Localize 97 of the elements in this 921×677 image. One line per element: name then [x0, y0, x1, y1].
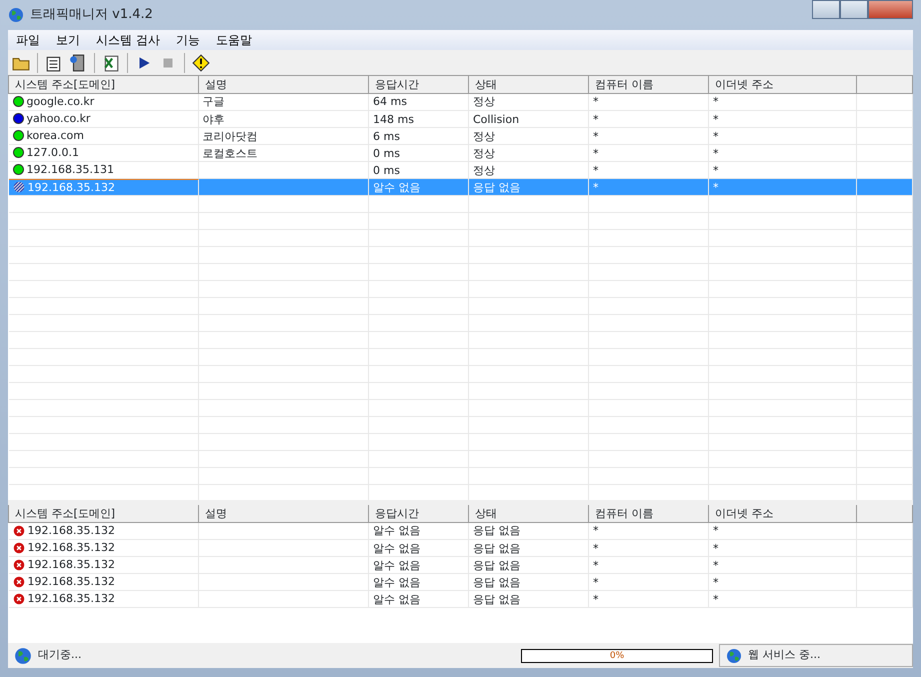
table-cell: 192.168.35.132 — [28, 523, 115, 538]
menu-item[interactable]: 기능 — [170, 31, 206, 49]
table-cell: 6 ms — [373, 130, 400, 142]
menu-item[interactable]: 보기 — [50, 31, 86, 49]
menu-item[interactable]: 시스템 검사 — [90, 31, 166, 49]
table-row[interactable]: google.co.kr 구글 64 ms 정상 * * — [8, 93, 912, 110]
table-cell: * — [713, 146, 718, 160]
table-cell: 야후 — [202, 112, 224, 126]
table-cell: 64 ms — [373, 95, 407, 108]
table-cell: * — [713, 576, 718, 588]
column-header[interactable]: 상태 — [468, 76, 588, 93]
column-header[interactable]: 설명 — [198, 76, 368, 93]
table-cell: 알수 없음 — [373, 180, 420, 194]
error-icon — [12, 542, 24, 554]
table-cell: 0 ms — [373, 146, 400, 160]
table-cell: 정상 — [473, 164, 495, 176]
column-header[interactable]: 이더넷 주소 — [708, 505, 856, 522]
table-cell: google.co.kr — [26, 94, 94, 109]
table-cell: * — [593, 524, 598, 538]
table-cell: * — [713, 558, 718, 572]
spreadsheet-icon — [102, 54, 120, 72]
table-cell: * — [593, 95, 598, 108]
progress-text: 0% — [608, 650, 626, 662]
table-cell: * — [593, 576, 598, 588]
table-cell: * — [593, 130, 598, 142]
column-header[interactable]: 상태 — [468, 505, 588, 522]
table-cell: 구글 — [202, 95, 224, 108]
column-header[interactable]: 응답시간 — [368, 505, 468, 522]
column-header[interactable]: 컴퓨터 이름 — [588, 505, 708, 522]
table-cell: * — [593, 112, 598, 126]
globe-icon — [14, 646, 32, 664]
table-cell: * — [713, 542, 718, 554]
table-cell: * — [713, 95, 718, 108]
error-icon — [12, 576, 24, 588]
column-header[interactable]: 응답시간 — [368, 76, 468, 93]
warning-button[interactable] — [190, 52, 212, 74]
table-cell: 응답 없음 — [473, 576, 520, 588]
status-dot-icon — [12, 181, 24, 193]
table-cell: 응답 없음 — [473, 542, 520, 554]
error-icon — [12, 558, 24, 570]
table-cell: 알수 없음 — [373, 592, 420, 606]
table-cell: * — [713, 180, 718, 194]
service-status: 웹 서비스 중... — [748, 647, 820, 664]
column-header[interactable]: 시스템 주소[도메인] — [8, 76, 198, 93]
table-cell: 알수 없음 — [373, 524, 420, 538]
table-cell: * — [713, 164, 718, 176]
column-header[interactable]: 이더넷 주소 — [708, 76, 856, 93]
table-cell: * — [593, 558, 598, 572]
table-row[interactable]: yahoo.co.kr 야후 148 ms Collision * * — [8, 110, 912, 128]
table-cell: 정상 — [473, 95, 495, 108]
table-cell: 127.0.0.1 — [26, 145, 79, 160]
table-row[interactable]: korea.com 코리아닷컴 6 ms 정상 * * — [8, 128, 912, 144]
table-cell: * — [713, 524, 718, 538]
error-icon — [12, 592, 24, 604]
table-row[interactable]: 127.0.0.1 로컬호스트 0 ms 정상 * * — [8, 144, 912, 162]
table-cell: 코리아닷컴 — [202, 130, 258, 142]
table-cell: 192.168.35.132 — [28, 557, 115, 572]
table-cell: * — [713, 112, 718, 126]
table-cell: * — [713, 130, 718, 142]
table-cell: 정상 — [473, 146, 495, 160]
table-cell: * — [713, 592, 718, 606]
table-cell: yahoo.co.kr — [26, 111, 90, 126]
table-cell: 192.168.35.132 — [28, 180, 115, 194]
table-cell: 응답 없음 — [473, 558, 520, 572]
table-cell: 192.168.35.132 — [28, 591, 115, 606]
globe-icon — [8, 7, 24, 23]
error-icon — [12, 524, 24, 536]
table-cell: korea.com — [26, 128, 84, 143]
table-cell: Collision — [473, 112, 520, 126]
table-cell: 알수 없음 — [373, 558, 420, 572]
table-cell: * — [593, 146, 598, 160]
warning-icon — [192, 54, 210, 72]
table-cell: 알수 없음 — [373, 576, 420, 588]
table-cell: 로컬호스트 — [202, 146, 258, 160]
table-cell: * — [593, 180, 598, 194]
table-cell: 알수 없음 — [373, 542, 420, 554]
table-cell: 응답 없음 — [473, 592, 520, 606]
table-cell: 192.168.35.132 — [28, 540, 115, 555]
column-header[interactable]: 설명 — [198, 505, 368, 522]
menu-item[interactable]: 도움말 — [210, 31, 258, 49]
table-cell: 정상 — [473, 130, 495, 142]
table-cell: 192.168.35.131 — [26, 162, 114, 177]
table-cell: * — [593, 164, 598, 176]
status-message: 대기중... — [38, 647, 82, 664]
table-cell: * — [593, 592, 598, 606]
table-cell: 148 ms — [373, 112, 414, 126]
column-header[interactable]: 컴퓨터 이름 — [588, 76, 708, 93]
server-icon — [69, 54, 87, 72]
menu-item[interactable]: 파일 — [10, 31, 46, 49]
globe-icon — [726, 648, 742, 664]
table-cell: 192.168.35.132 — [28, 574, 115, 589]
window-title: 트래픽매니저 v1.4.2 — [30, 6, 153, 24]
table-cell: 0 ms — [373, 164, 400, 176]
table-cell: * — [593, 542, 598, 554]
column-header[interactable]: 시스템 주소[도메인] — [8, 505, 198, 522]
table-cell: 응답 없음 — [473, 180, 520, 194]
table-cell: 응답 없음 — [473, 524, 520, 538]
